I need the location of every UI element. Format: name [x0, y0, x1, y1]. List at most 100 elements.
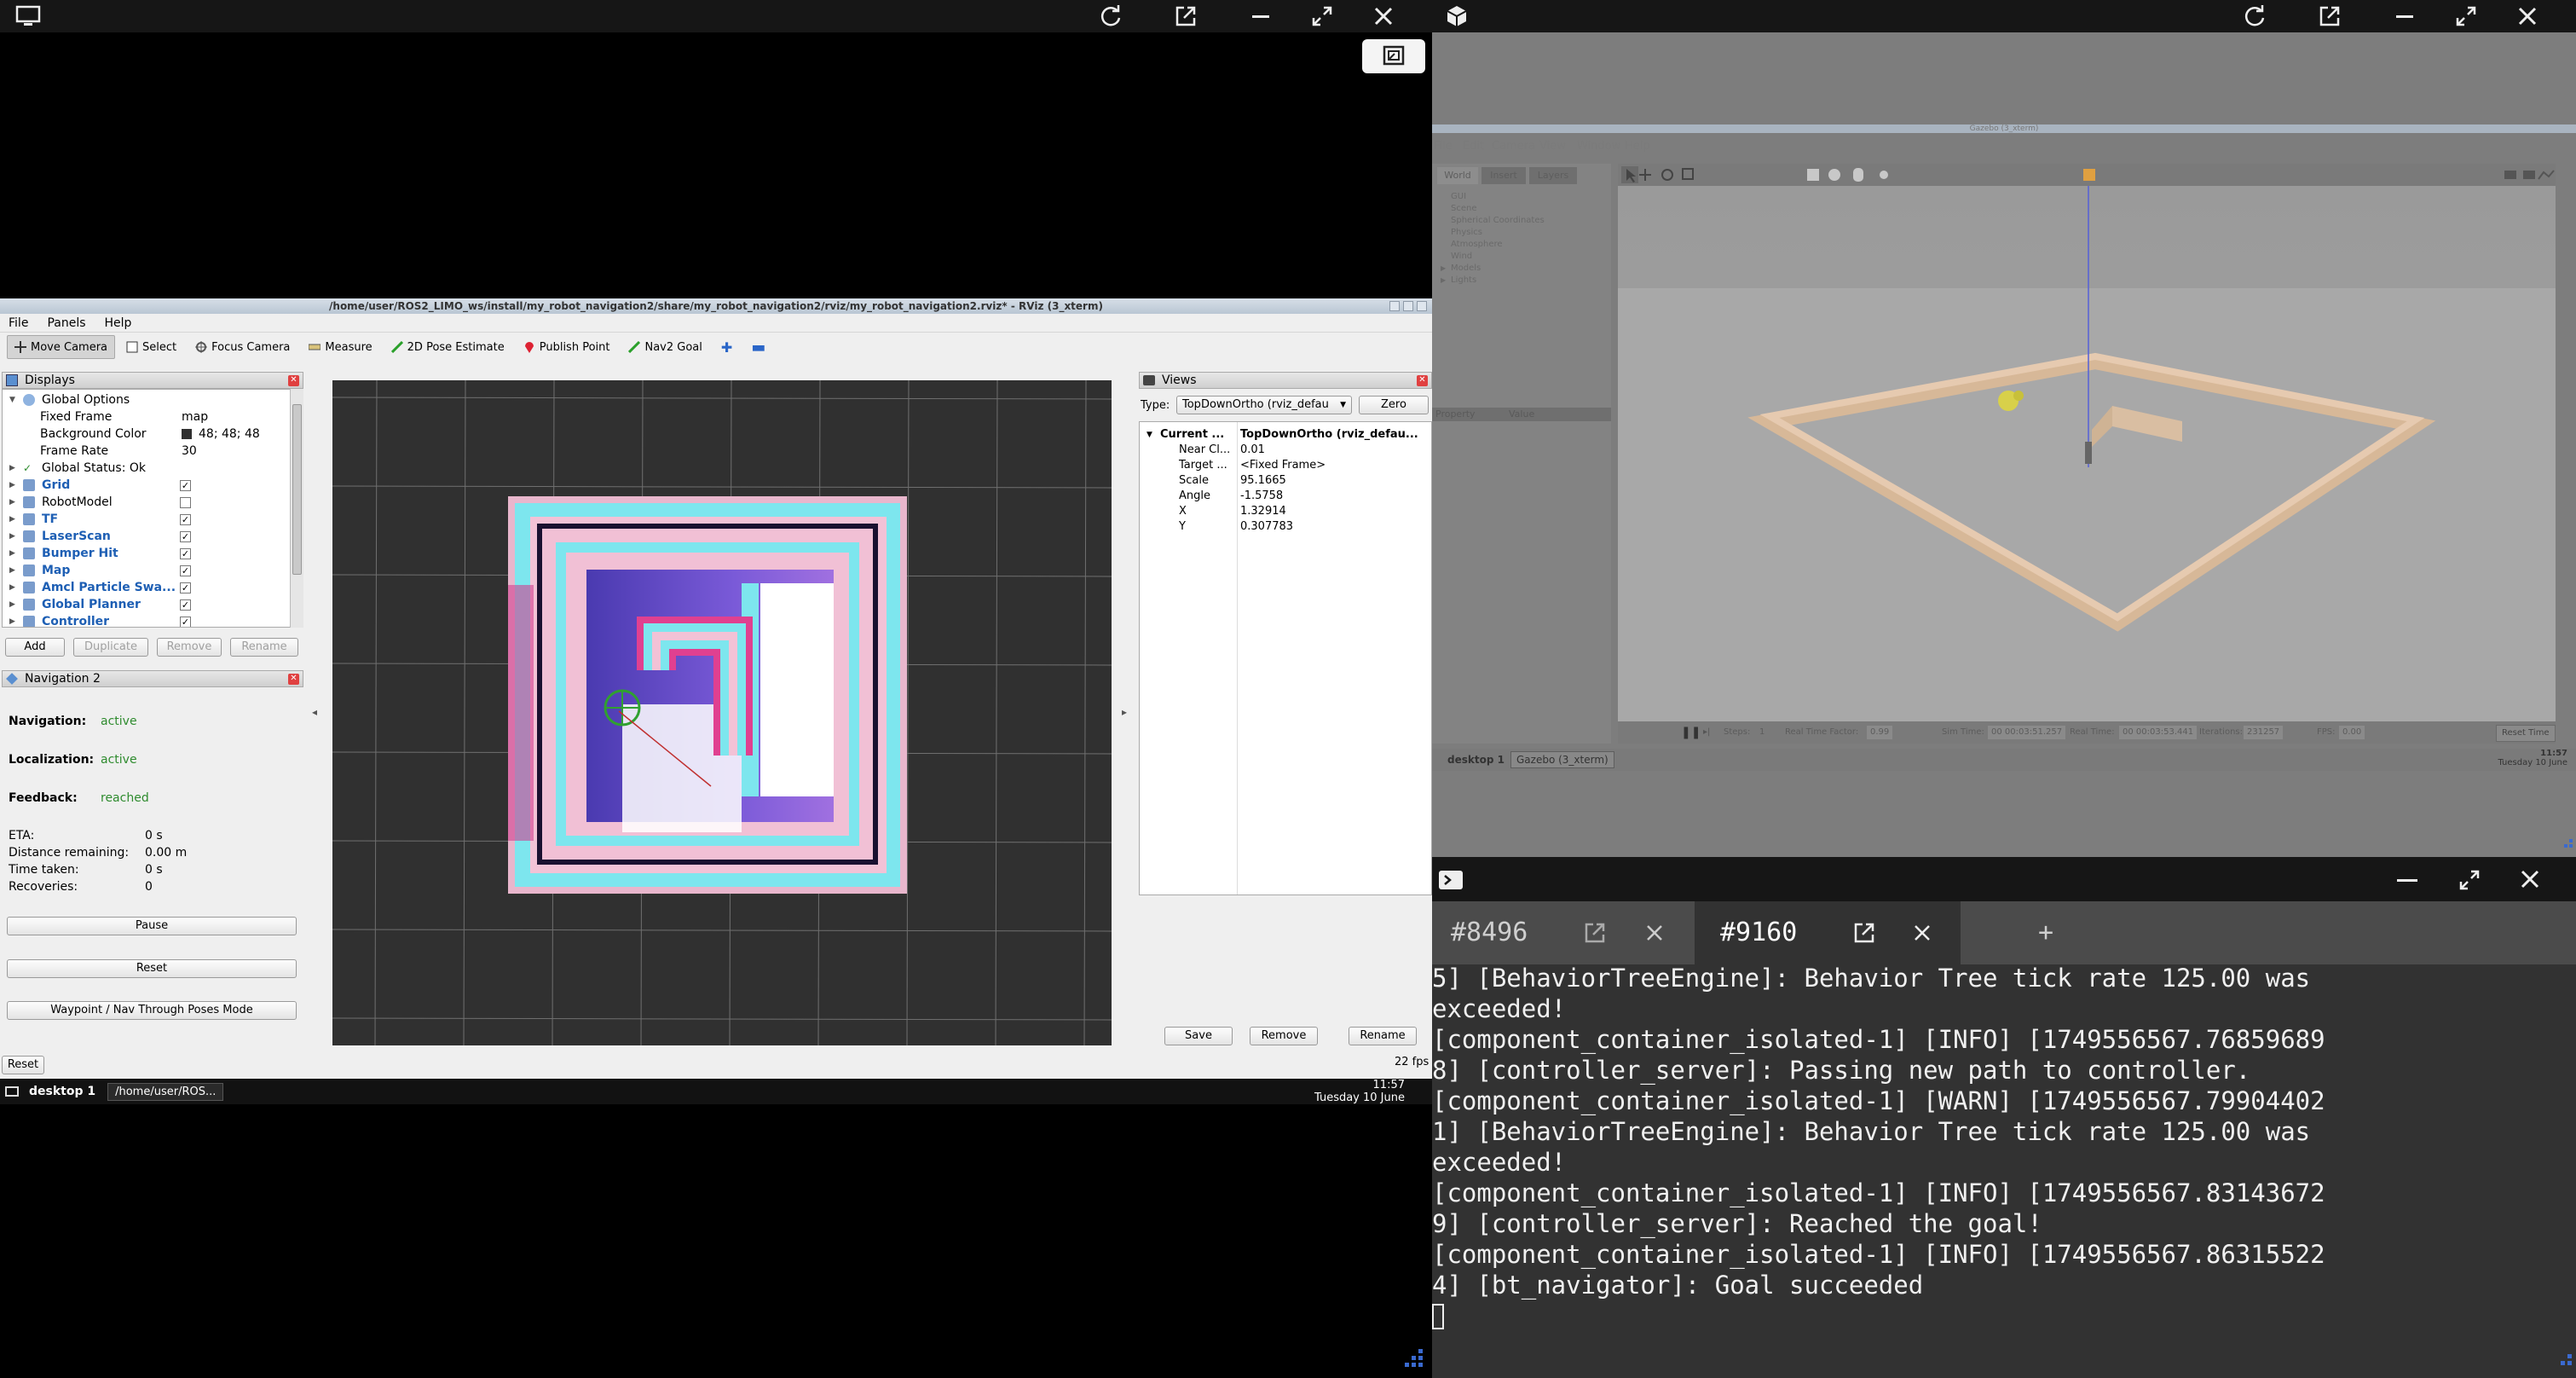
display-row[interactable]: ▶ Controller ✓ [3, 613, 303, 627]
right-collapse-icon[interactable]: ▸ [1122, 706, 1127, 718]
expand-right-icon[interactable]: ▶ [9, 579, 15, 596]
gz-step-icon[interactable]: ▸| [1703, 721, 1710, 744]
displays-rename-button[interactable]: Rename [230, 638, 298, 657]
terminal-close-icon[interactable] [2520, 869, 2540, 889]
displays-scrollbar[interactable] [290, 389, 303, 628]
display-row[interactable]: Background Color 48; 48; 48 [3, 426, 303, 443]
maximize-icon[interactable] [2450, 0, 2482, 32]
displays-duplicate-button[interactable]: Duplicate [73, 638, 148, 657]
displays-close-icon[interactable]: ✕ [288, 375, 299, 386]
display-checkbox[interactable]: ✓ [180, 599, 191, 611]
waypoint-mode-button[interactable]: Waypoint / Nav Through Poses Mode [7, 1001, 297, 1020]
display-checkbox[interactable]: ✓ [180, 617, 191, 627]
term-resize-grip-icon[interactable] [2547, 1351, 2574, 1375]
display-row[interactable]: ▶ Global Planner ✓ [3, 596, 303, 613]
tool-2d-pose-estimate[interactable]: 2D Pose Estimate [384, 335, 512, 359]
display-checkbox[interactable] [180, 497, 191, 508]
expand-right-icon[interactable]: ▶ [9, 562, 15, 579]
gz-reset-time-button[interactable]: Reset Time [2496, 725, 2556, 742]
view-property-row[interactable]: Target ... <Fixed Frame> [1140, 458, 1431, 473]
tab-close-icon[interactable] [1645, 923, 1664, 942]
close-icon[interactable] [1367, 0, 1400, 32]
expand-right-icon[interactable]: ▶ [9, 494, 15, 511]
minimize-icon[interactable] [1245, 0, 1277, 32]
display-row[interactable]: ▼ Global Options [3, 391, 303, 408]
external-link-icon[interactable] [1170, 0, 1202, 32]
display-row[interactable]: Frame Rate 30 [3, 443, 303, 460]
views-remove-button[interactable]: Remove [1250, 1027, 1318, 1045]
menu-file[interactable]: File [9, 314, 28, 332]
display-row[interactable]: ▶ Amcl Particle Swa... ✓ [3, 579, 303, 596]
expand-right-icon[interactable]: ▶ [9, 545, 15, 562]
terminal-tab-9160[interactable]: #9160 [1695, 901, 1961, 964]
rviz-reset-button[interactable]: Reset [2, 1056, 44, 1074]
menu-help[interactable]: Help [105, 314, 132, 332]
display-checkbox[interactable]: ✓ [180, 480, 191, 491]
expand-right-icon[interactable]: ▶ [9, 460, 15, 477]
expand-right-icon[interactable]: ▶ [9, 528, 15, 545]
terminal-maximize-icon[interactable] [2458, 869, 2481, 891]
display-row[interactable]: ▶ LaserScan ✓ [3, 528, 303, 545]
display-row[interactable]: ▶ TF ✓ [3, 511, 303, 528]
views-close-icon[interactable]: ✕ [1417, 375, 1428, 386]
gz-desktop-label[interactable]: desktop 1 [1447, 749, 1505, 771]
terminal-minimize-icon[interactable] [2397, 879, 2417, 882]
displays-scrollbar-thumb[interactable] [292, 404, 302, 575]
expand-right-icon[interactable]: ▶ [1441, 263, 1446, 275]
expand-right-icon[interactable]: ▶ [9, 477, 15, 494]
display-row[interactable]: ▶ Bumper Hit ✓ [3, 545, 303, 562]
restore-window-button[interactable] [1362, 39, 1425, 73]
display-checkbox[interactable]: ✓ [180, 514, 191, 525]
gz-tab-world[interactable]: World [1437, 167, 1478, 184]
gz-tree-item[interactable]: Physics [1451, 227, 1482, 239]
left-desktop-label[interactable]: desktop 1 [29, 1085, 95, 1098]
view-property-row[interactable]: Angle -1.5758 [1140, 489, 1431, 504]
gz-menu-view[interactable]: View [1539, 140, 1566, 153]
display-checkbox[interactable]: ✓ [180, 531, 191, 542]
tool-select[interactable]: Select [118, 335, 184, 359]
gz-tree-item[interactable]: Spherical Coordinates [1451, 215, 1545, 227]
views-rename-button[interactable]: Rename [1349, 1027, 1417, 1045]
tool-measure[interactable]: Measure [301, 335, 379, 359]
expand-right-icon[interactable]: ▶ [9, 596, 15, 613]
refresh-icon[interactable] [1095, 0, 1127, 32]
display-value[interactable]: map [182, 408, 208, 426]
gz-tree-item[interactable]: GUI [1451, 191, 1466, 203]
minimize-icon[interactable] [2388, 0, 2421, 32]
nav2-pause-button[interactable]: Pause [7, 917, 297, 935]
nav2-reset-button[interactable]: Reset [7, 959, 297, 978]
gazebo-3d-scene[interactable] [1618, 186, 2556, 721]
maximize-icon[interactable] [1306, 0, 1338, 32]
display-value[interactable]: 48; 48; 48 [199, 426, 260, 443]
expand-down-icon[interactable]: ▼ [9, 391, 15, 408]
tab-close-icon[interactable] [1913, 923, 1932, 942]
gz-tree-item[interactable]: Lights [1451, 275, 1476, 287]
gz-menu-window[interactable]: Window [1577, 140, 1620, 153]
gz-tree-item[interactable]: Models [1451, 263, 1481, 275]
display-row[interactable]: ▶ ✓ Global Status: Ok [3, 460, 303, 477]
terminal-tab-8496[interactable]: #8496 [1432, 901, 1695, 964]
rviz-maximize-button[interactable] [1403, 301, 1413, 311]
terminal-output[interactable]: 5] [BehaviorTreeEngine]: Behavior Tree t… [1432, 963, 2576, 1372]
left-collapse-icon[interactable]: ◂ [312, 706, 317, 718]
display-row[interactable]: Fixed Frame map [3, 408, 303, 426]
displays-remove-button[interactable]: Remove [157, 638, 222, 657]
view-property-value[interactable]: -1.5758 [1240, 489, 1435, 504]
remove-tool-button[interactable]: ▬ [743, 335, 773, 359]
tool-move-camera[interactable]: Move Camera [7, 335, 116, 359]
display-value[interactable]: 30 [182, 443, 197, 460]
nav2-close-icon[interactable]: ✕ [288, 674, 299, 685]
external-link-icon[interactable] [2313, 0, 2346, 32]
new-tab-button[interactable]: + [2012, 901, 2080, 964]
tool-nav2-goal[interactable]: Nav2 Goal [621, 335, 709, 359]
tool-focus-camera[interactable]: Focus Camera [188, 335, 297, 359]
gz-menu-edit[interactable]: Edit [1463, 140, 1484, 153]
tab-popout-icon[interactable] [1853, 922, 1875, 944]
display-row[interactable]: ▶ RobotModel [3, 494, 303, 511]
close-icon[interactable] [2511, 0, 2544, 32]
resize-grip-icon[interactable] [1398, 1346, 1425, 1373]
view-property-value[interactable]: 0.01 [1240, 443, 1435, 458]
expand-right-icon[interactable]: ▶ [9, 511, 15, 528]
displays-add-button[interactable]: Add [5, 638, 65, 657]
gz-menu-help[interactable]: Help [1625, 140, 1650, 153]
